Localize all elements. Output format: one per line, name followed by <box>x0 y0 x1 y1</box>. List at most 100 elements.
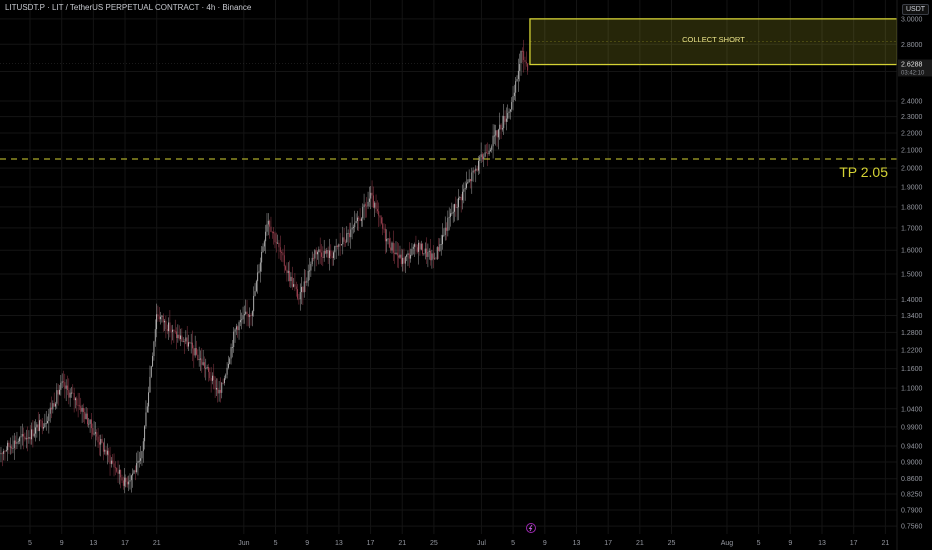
candle-body <box>309 270 310 272</box>
y-tick-label: 1.1600 <box>901 366 923 373</box>
candle-body <box>188 342 189 347</box>
candle-body <box>271 231 273 233</box>
candle-body <box>235 326 237 330</box>
candle-body <box>440 244 442 245</box>
candle-body <box>335 245 337 247</box>
candle-body <box>209 371 211 379</box>
candle-body <box>82 408 84 412</box>
y-tick-label: 1.1000 <box>901 386 923 393</box>
y-tick-label: 0.9000 <box>901 459 923 466</box>
candle-body <box>456 207 458 209</box>
candle-body <box>120 469 122 478</box>
collect-short-zone[interactable]: COLLECT SHORT <box>529 18 898 66</box>
y-tick-label: 0.9400 <box>901 443 923 450</box>
y-tick-label: 1.2200 <box>901 348 923 355</box>
candle-body <box>249 315 251 317</box>
candle-body <box>205 367 207 369</box>
candle-body <box>387 238 389 240</box>
candle-body <box>474 170 475 172</box>
candle-body <box>156 314 158 330</box>
candle-body <box>452 211 454 214</box>
candle-body <box>193 348 195 356</box>
candle-body <box>364 204 366 206</box>
candle-body <box>45 423 47 424</box>
candle-body <box>84 411 86 420</box>
candle-body <box>319 249 321 253</box>
x-tick-label: 9 <box>60 540 64 547</box>
candle-body <box>323 250 325 258</box>
candle-body <box>48 413 50 421</box>
candle-body <box>132 473 134 476</box>
candle-body <box>497 129 499 138</box>
candle-body <box>104 449 106 452</box>
candle-body <box>462 191 463 201</box>
candle-body <box>180 335 181 340</box>
candle-body <box>521 50 523 52</box>
price-chart[interactable]: COLLECT SHORT 2.0500TP 2.05 3.00002.8000… <box>0 0 932 550</box>
candle-body <box>169 322 171 332</box>
x-tick-label: 25 <box>668 540 676 547</box>
y-tick-label: 2.8000 <box>901 42 923 49</box>
x-tick-label: 9 <box>543 540 547 547</box>
y-tick-label: 0.7900 <box>901 507 923 514</box>
candle-body <box>178 334 180 340</box>
currency-button[interactable]: USDT <box>902 4 930 15</box>
candle-body <box>370 192 372 199</box>
candle-body <box>342 237 344 245</box>
candle-body <box>27 437 29 439</box>
candle-body <box>356 217 358 222</box>
candle-body <box>52 403 54 410</box>
candle-body <box>431 253 433 261</box>
candle-body <box>23 434 25 437</box>
x-tick-label: Aug <box>721 540 734 547</box>
candle-body <box>468 179 470 182</box>
candle-body <box>419 242 421 250</box>
candle-body <box>301 286 303 293</box>
candle-body <box>380 217 382 224</box>
candle-body <box>448 216 450 218</box>
candle-body <box>181 335 183 342</box>
candle-body <box>186 337 188 347</box>
candle-body <box>348 233 350 238</box>
candle-body <box>327 250 329 258</box>
candle-body <box>424 248 426 254</box>
candle-body <box>435 258 437 260</box>
x-tick-label: 13 <box>335 540 343 547</box>
candle-body <box>303 281 305 293</box>
candle-body <box>150 366 152 377</box>
candle-body <box>242 315 244 320</box>
candle-body <box>230 347 232 359</box>
candle-body <box>214 380 216 390</box>
candle-body <box>90 419 92 429</box>
candle-body <box>488 150 490 155</box>
x-tick-label: 13 <box>89 540 97 547</box>
candle-body <box>352 226 354 228</box>
candle-body <box>44 423 46 428</box>
candle-body <box>513 92 515 97</box>
candle-body <box>85 413 87 420</box>
candle-body <box>190 342 192 344</box>
chart-title: LITUSDT.P · LIT / TetherUS PERPETUAL CON… <box>5 3 252 12</box>
candle-body <box>362 207 364 219</box>
y-tick-label: 0.8600 <box>901 476 923 483</box>
candle-body <box>126 481 128 485</box>
candle-body <box>314 250 316 259</box>
x-tick-label: 13 <box>818 540 826 547</box>
candle-body <box>217 387 219 394</box>
candle-body <box>298 298 300 300</box>
candle-body <box>376 209 378 212</box>
candle-body <box>455 204 457 208</box>
candle-body <box>118 469 120 474</box>
candle-body <box>19 437 21 442</box>
candle-body <box>49 407 51 414</box>
candle-body <box>527 63 529 71</box>
candle-body <box>101 438 103 443</box>
candle-body <box>399 254 401 258</box>
candle-body <box>141 451 143 459</box>
candle-body <box>40 420 42 422</box>
candle-body <box>128 481 130 485</box>
candle-body <box>92 428 94 435</box>
candle-body <box>197 354 199 361</box>
candle-body <box>496 130 498 138</box>
candle-body <box>392 242 394 253</box>
